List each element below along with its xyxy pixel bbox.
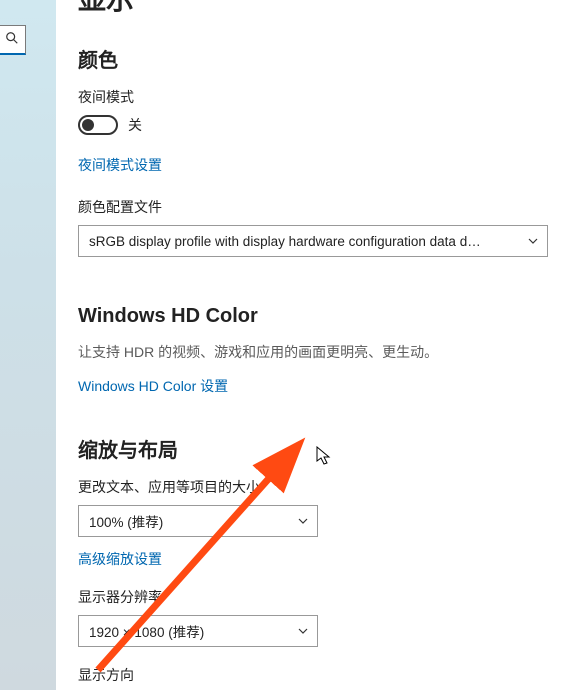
night-mode-label: 夜间模式 — [78, 87, 551, 107]
text-size-label: 更改文本、应用等项目的大小 — [78, 477, 551, 497]
resolution-select[interactable]: 1920 × 1080 (推荐) — [78, 615, 318, 647]
hdcolor-settings-link[interactable]: Windows HD Color 设置 — [78, 376, 228, 396]
text-size-value: 100% (推荐) — [89, 511, 163, 531]
hdcolor-desc: 让支持 HDR 的视频、游戏和应用的画面更明亮、更生动。 — [78, 342, 551, 362]
night-mode-toggle-state: 关 — [128, 115, 142, 135]
page-title: 显示 — [78, 0, 551, 18]
resolution-label: 显示器分辨率 — [78, 587, 551, 607]
night-mode-settings-link[interactable]: 夜间模式设置 — [78, 155, 162, 175]
advanced-scaling-link[interactable]: 高级缩放设置 — [78, 549, 162, 569]
settings-content: 显示 颜色 夜间模式 关 夜间模式设置 颜色配置文件 sRGB display … — [56, 0, 571, 690]
night-mode-toggle[interactable] — [78, 115, 118, 135]
section-color-heading: 颜色 — [78, 44, 551, 73]
orientation-label: 显示方向 — [78, 665, 551, 685]
search-input[interactable] — [0, 25, 26, 55]
section-scale-heading: 缩放与布局 — [78, 434, 551, 463]
chevron-down-icon — [527, 235, 539, 247]
chevron-down-icon — [297, 625, 309, 637]
color-profile-value: sRGB display profile with display hardwa… — [89, 234, 481, 249]
search-icon — [5, 31, 19, 48]
sidebar-background — [0, 0, 56, 690]
chevron-down-icon — [297, 515, 309, 527]
text-size-select[interactable]: 100% (推荐) — [78, 505, 318, 537]
resolution-value: 1920 × 1080 (推荐) — [89, 621, 204, 641]
color-profile-select[interactable]: sRGB display profile with display hardwa… — [78, 225, 548, 257]
toggle-knob — [82, 119, 94, 131]
section-hdcolor-heading: Windows HD Color — [78, 305, 551, 328]
color-profile-label: 颜色配置文件 — [78, 197, 551, 217]
